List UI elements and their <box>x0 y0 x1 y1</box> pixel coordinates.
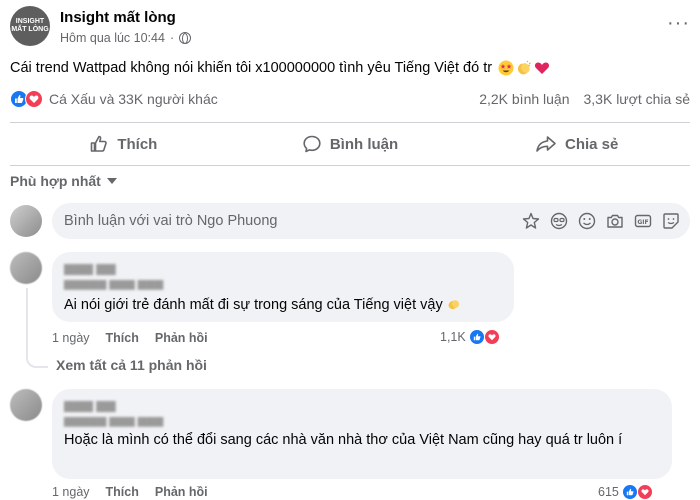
caret-down-icon <box>106 178 117 184</box>
commenter-name[interactable]: ▆▆▆ ▆▆ <box>64 260 502 275</box>
comment-reply-button[interactable]: Phản hồi <box>155 485 208 499</box>
commenter-avatar[interactable] <box>10 389 42 421</box>
clapping-hands-emoji-icon <box>448 300 459 310</box>
sticker-icon[interactable] <box>662 212 680 230</box>
comment-text: Hoặc là mình có thể đổi sang các nhà văn… <box>64 432 623 448</box>
comment-input[interactable]: Bình luận với vai trò Ngo Phuong GIF <box>52 203 690 239</box>
globe-icon <box>179 32 192 44</box>
gif-icon[interactable]: GIF <box>634 212 652 230</box>
user-avatar[interactable] <box>10 205 42 237</box>
like-reaction-icon <box>621 484 638 500</box>
comment-button[interactable]: Bình luận <box>237 123 464 165</box>
comment-text: Ai nói giới trẻ đánh mất đi sự trong sán… <box>64 296 502 315</box>
clapping-hands-emoji-icon <box>517 60 531 75</box>
comment-reactions[interactable]: 615 <box>598 484 653 500</box>
post-text-content: Cái trend Wattpad không nói khiến tôi x1… <box>10 60 493 76</box>
like-button[interactable]: Thích <box>10 123 237 165</box>
stats-right: 2,2K bình luận 3,3K lượt chia sẻ <box>479 91 690 107</box>
commenter-name[interactable]: ▆▆▆ ▆▆ <box>64 397 660 412</box>
comment-time[interactable]: 1 ngày <box>52 331 90 345</box>
view-all-replies-link[interactable]: Xem tất cả 11 phản hồi <box>56 357 207 373</box>
post-emojis <box>498 60 550 76</box>
svg-text:GIF: GIF <box>637 219 648 226</box>
comment-input-placeholder: Bình luận với vai trò Ngo Phuong <box>64 213 278 229</box>
like-reaction-icon <box>468 329 485 345</box>
more-options-button[interactable]: ··· <box>667 12 690 35</box>
camera-icon[interactable] <box>606 212 624 230</box>
comment-like-button[interactable]: Thích <box>106 485 139 499</box>
reactions-summary[interactable]: Cá Xấu và 33K người khác <box>10 90 218 108</box>
emoji-icon[interactable] <box>578 212 596 230</box>
love-reaction-icon <box>636 484 653 500</box>
comments-count[interactable]: 2,2K bình luận <box>479 91 569 107</box>
comment-like-button[interactable]: Thích <box>106 331 139 345</box>
page-avatar[interactable]: INSIGHT MẤT LÒNG <box>10 6 50 46</box>
comment-reaction-count: 1,1K <box>440 330 466 344</box>
share-label: Chia sẻ <box>565 135 619 153</box>
post-action-bar: Thích Bình luận Chia sẻ <box>10 122 690 166</box>
comment-footer: 1 ngày Thích Phản hồi <box>52 331 208 345</box>
commenter-subtitle: ▆▆▆▆▆ ▆▆▆ ▆▆▆ <box>64 278 164 290</box>
comment-footer: 1 ngày Thích Phản hồi <box>52 485 208 499</box>
comment-reactions[interactable]: 1,1K <box>440 329 500 345</box>
share-button[interactable]: Chia sẻ <box>463 123 690 165</box>
comment-bubble-icon <box>303 135 321 153</box>
reactions-text: Cá Xấu và 33K người khác <box>49 91 218 107</box>
sort-label: Phù hợp nhất <box>10 173 101 189</box>
comment-label: Bình luận <box>329 135 399 153</box>
like-label: Thích <box>117 135 158 153</box>
commenter-avatar[interactable] <box>10 252 42 284</box>
commenter-subtitle: ▆▆▆▆▆ ▆▆▆ ▆▆▆ <box>64 415 164 427</box>
shares-count[interactable]: 3,3K lượt chia sẻ <box>584 91 691 107</box>
post-meta: Hôm qua lúc 10:44 · <box>60 31 192 45</box>
comment-composer: Bình luận với vai trò Ngo Phuong GIF <box>10 203 690 239</box>
love-reaction-icon <box>25 90 43 108</box>
composer-tools: GIF <box>522 212 680 230</box>
star-struck-emoji-icon <box>498 60 514 76</box>
post-time[interactable]: Hôm qua lúc 10:44 <box>60 31 165 45</box>
comment-bubble: ▆▆▆ ▆▆ ▆▆▆▆▆ ▆▆▆ ▆▆▆ Ai nói giới trẻ đán… <box>52 252 514 322</box>
thumbs-up-icon <box>91 135 108 152</box>
red-heart-emoji-icon <box>535 62 550 74</box>
avatar-face-icon[interactable] <box>550 212 568 230</box>
comment-reply-button[interactable]: Phản hồi <box>155 331 208 345</box>
reply-thread-line <box>26 288 48 368</box>
share-arrow-icon <box>536 136 556 152</box>
comment-sort-dropdown[interactable]: Phù hợp nhất <box>10 173 117 189</box>
page-name[interactable]: Insight mất lòng <box>60 9 176 26</box>
avatar-sticker-icon[interactable] <box>522 212 540 230</box>
post-stats: Cá Xấu và 33K người khác 2,2K bình luận … <box>10 88 690 112</box>
comment-time[interactable]: 1 ngày <box>52 485 90 499</box>
post-text: Cái trend Wattpad không nói khiến tôi x1… <box>10 60 550 76</box>
love-reaction-icon <box>483 329 500 345</box>
post-header: INSIGHT MẤT LÒNG Insight mất lòng Hôm qu… <box>10 6 690 50</box>
comment-bubble: ▆▆▆ ▆▆ ▆▆▆▆▆ ▆▆▆ ▆▆▆ Hoặc là mình có thể… <box>52 389 672 479</box>
comment-reaction-count: 615 <box>598 485 619 499</box>
